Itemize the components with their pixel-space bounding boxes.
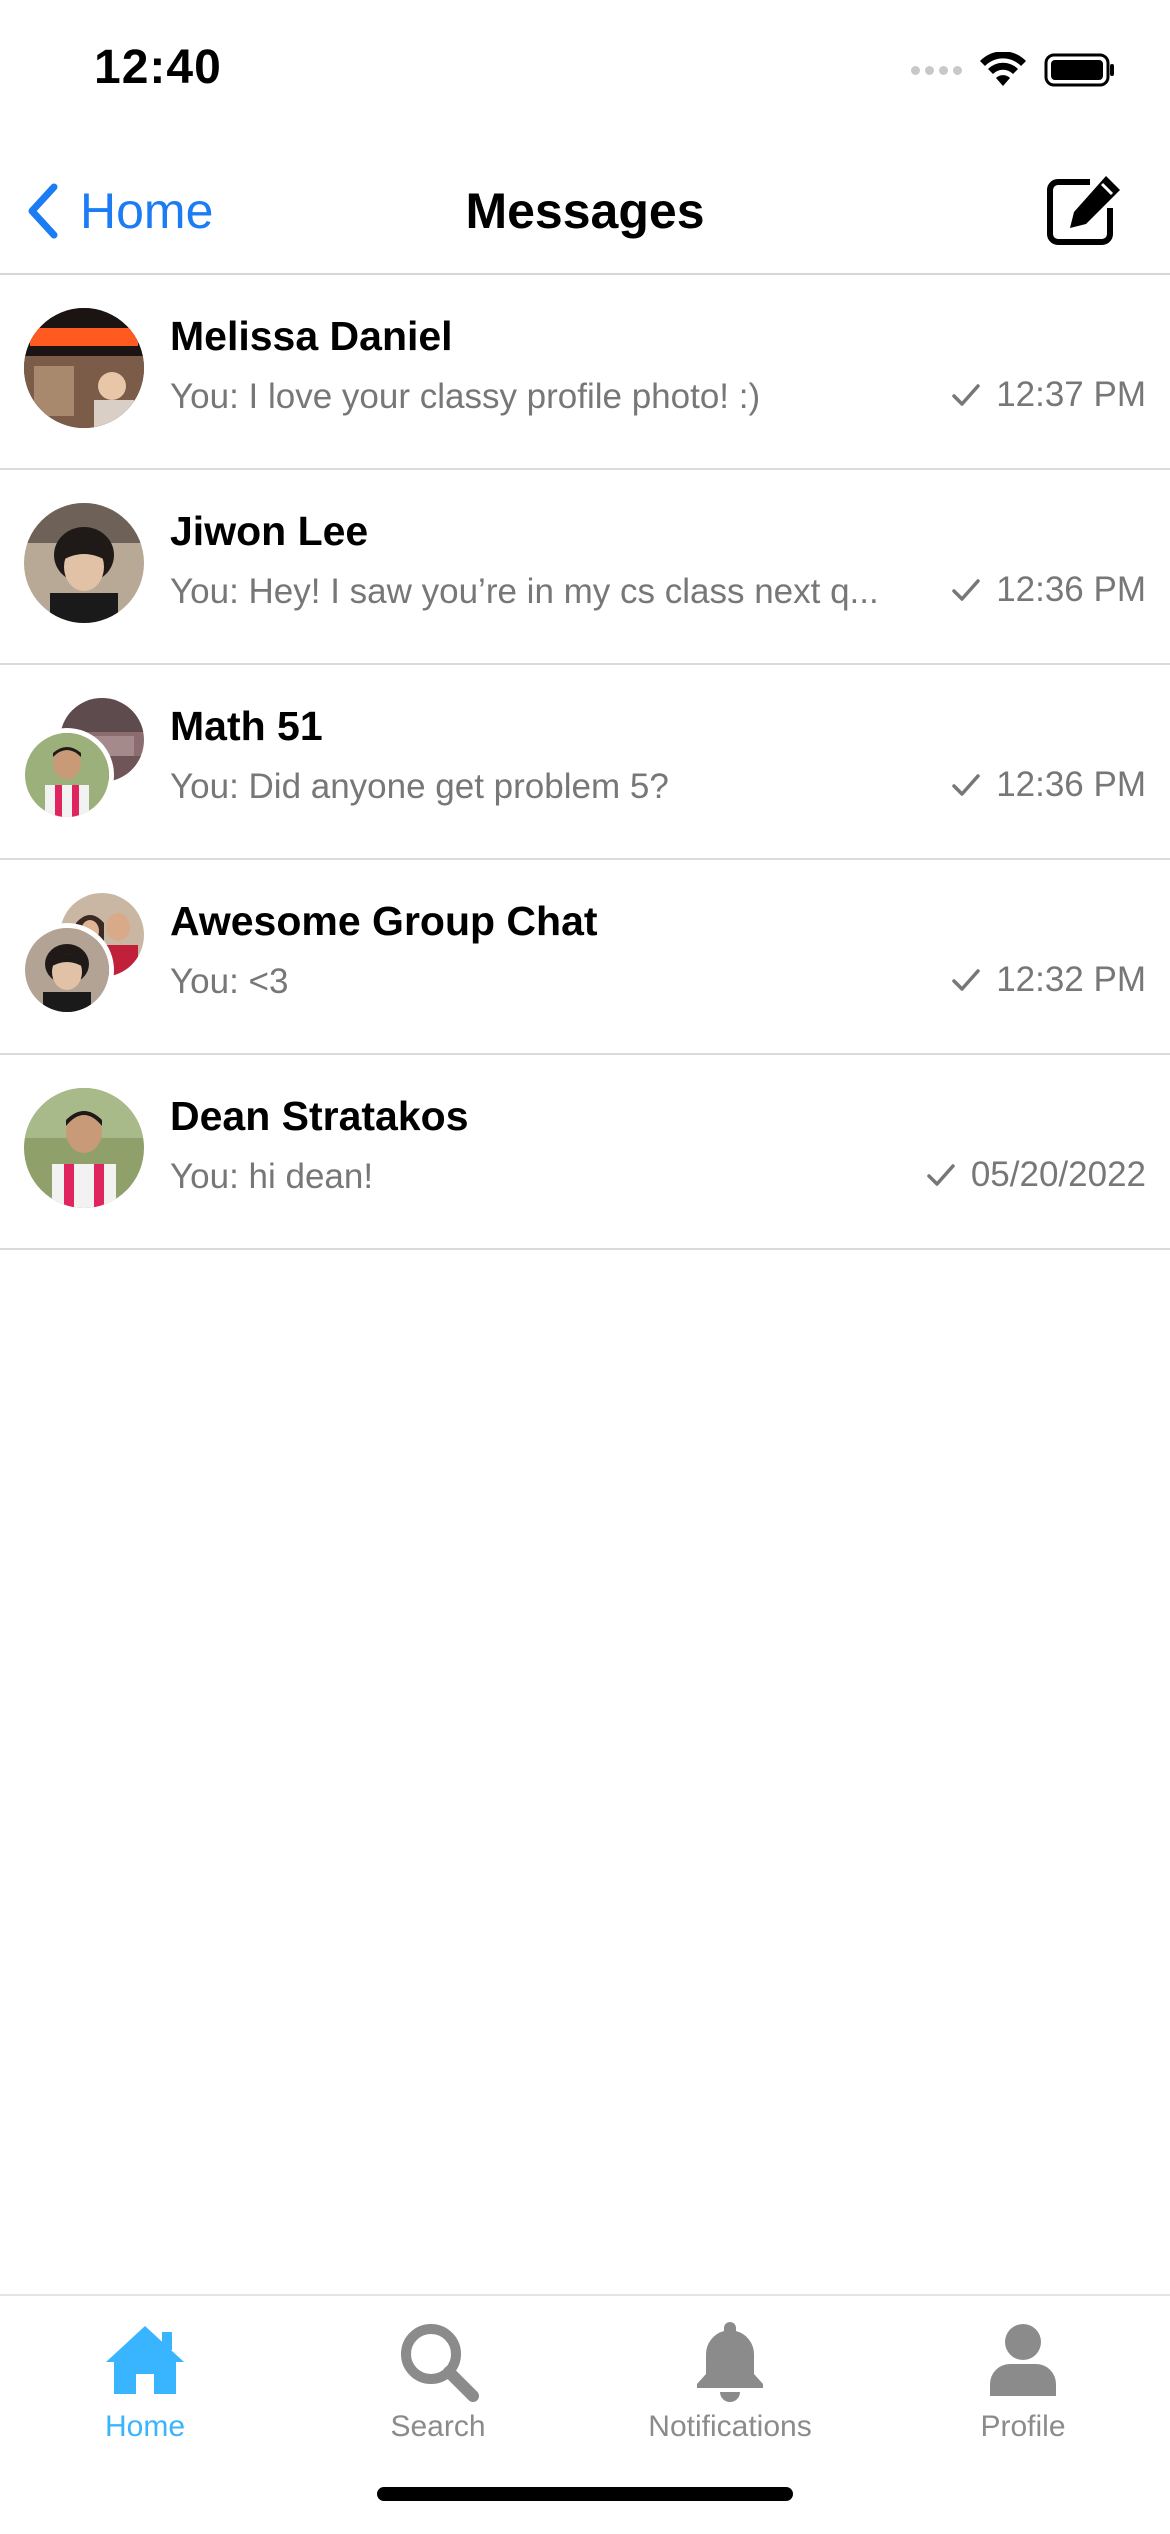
melissa-avatar-photo	[24, 308, 144, 428]
tab-profile[interactable]: Profile	[893, 2316, 1153, 2456]
conversation-row[interactable]: Jiwon Lee You: Hey! I saw you’re in my c…	[0, 470, 1170, 665]
conversation-row[interactable]: Awesome Group Chat You: <3 12:32 PM	[0, 860, 1170, 1055]
group-avatar	[20, 698, 144, 822]
checkmark-icon	[927, 1164, 955, 1186]
group-avatar	[20, 893, 144, 1017]
bell-icon	[697, 2322, 763, 2402]
conversation-time: 12:36 PM	[996, 765, 1146, 804]
person-icon	[990, 2324, 1056, 2396]
conversation-meta: 12:36 PM	[950, 570, 1146, 610]
conversation-name: Awesome Group Chat	[170, 898, 598, 944]
conversation-name: Jiwon Lee	[170, 508, 369, 554]
avatar	[24, 308, 144, 428]
tab-home-label: Home	[104, 2410, 186, 2443]
conversation-time: 12:36 PM	[996, 570, 1146, 609]
message-preview: You: <3	[170, 962, 289, 1001]
tab-search[interactable]: Search	[308, 2316, 568, 2456]
conversation-time: 05/20/2022	[970, 1155, 1146, 1194]
tab-notifications[interactable]: Notifications	[600, 2316, 860, 2456]
battery-icon	[1044, 53, 1114, 87]
checkmark-icon	[952, 384, 980, 406]
conversation-row[interactable]: Math 51 You: Did anyone get problem 5? 1…	[0, 665, 1170, 860]
conversation-meta: 12:36 PM	[950, 765, 1146, 805]
checkmark-icon	[952, 579, 980, 601]
checkmark-icon	[952, 969, 980, 991]
conversation-time: 12:37 PM	[996, 375, 1146, 414]
status-time: 12:40	[94, 41, 222, 94]
message-preview: You: I love your classy profile photo! :…	[170, 377, 761, 416]
tab-notifications-label: Notifications	[648, 2410, 812, 2443]
group-member-photo	[25, 733, 109, 817]
conversation-list: Melissa Daniel You: I love your classy p…	[0, 275, 1170, 1250]
conversation-time: 12:32 PM	[996, 960, 1146, 999]
conversation-meta: 12:32 PM	[950, 960, 1146, 1000]
conversation-name: Melissa Daniel	[170, 313, 453, 359]
avatar	[24, 1088, 144, 1208]
search-icon	[401, 2324, 479, 2402]
avatar	[24, 503, 144, 623]
status-icons	[911, 52, 1116, 88]
conversation-name: Math 51	[170, 703, 323, 749]
conversation-name: Dean Stratakos	[170, 1093, 469, 1139]
page-title: Messages	[465, 183, 705, 239]
dean-avatar-photo	[24, 1088, 144, 1208]
jiwon-avatar-photo	[24, 503, 144, 623]
conversation-meta: 05/20/2022	[925, 1155, 1146, 1195]
tab-home[interactable]: Home	[15, 2316, 275, 2456]
tab-profile-label: Profile	[980, 2410, 1066, 2443]
group-member-photo	[25, 928, 109, 1012]
wifi-icon	[980, 52, 1026, 86]
home-indicator	[377, 2487, 793, 2501]
conversation-row[interactable]: Melissa Daniel You: I love your classy p…	[0, 275, 1170, 470]
compose-icon	[1047, 176, 1120, 245]
compose-button[interactable]	[1044, 172, 1126, 246]
message-preview: You: hi dean!	[170, 1157, 374, 1196]
conversation-row[interactable]: Dean Stratakos You: hi dean! 05/20/2022	[0, 1055, 1170, 1250]
tab-search-label: Search	[390, 2410, 486, 2443]
conversation-meta: 12:37 PM	[950, 375, 1146, 415]
checkmark-icon	[952, 774, 980, 796]
navigation-bar: Home Messages	[0, 150, 1170, 275]
cellular-signal-icon	[911, 65, 962, 75]
message-preview: You: Did anyone get problem 5?	[170, 767, 669, 806]
message-preview: You: Hey! I saw you’re in my cs class ne…	[170, 572, 879, 611]
home-icon	[106, 2326, 184, 2394]
status-bar: 12:40	[0, 0, 1170, 150]
